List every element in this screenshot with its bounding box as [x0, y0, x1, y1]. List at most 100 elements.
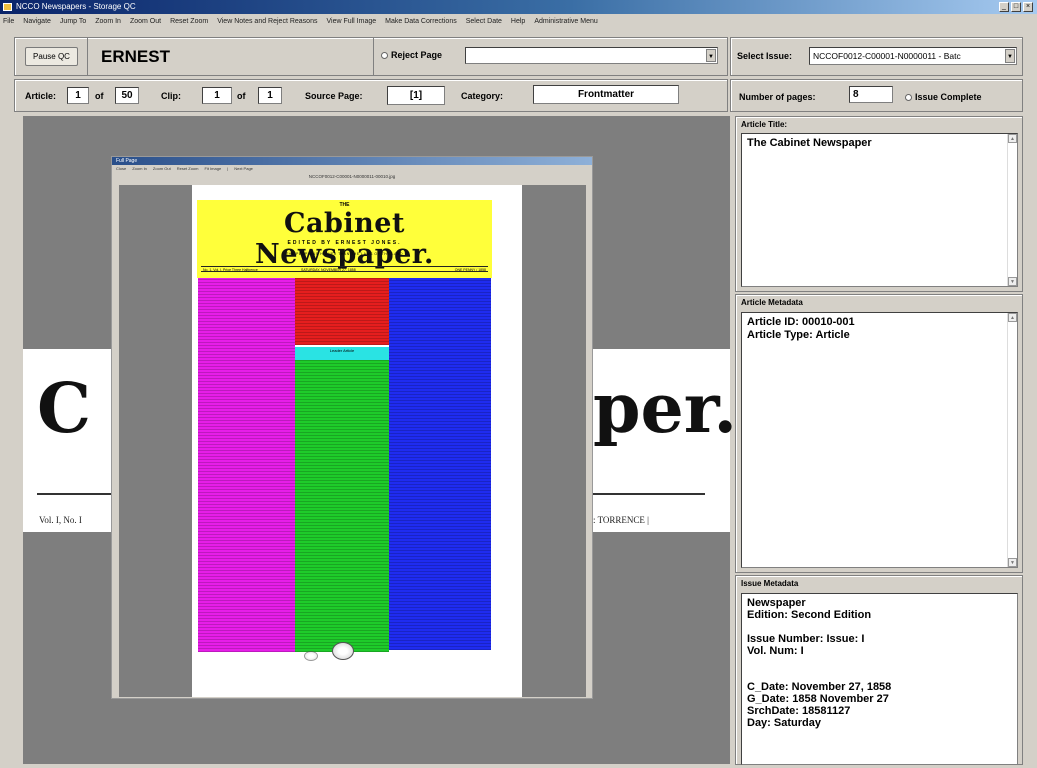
- fp-menu-close[interactable]: Close: [116, 165, 126, 173]
- zoomed-masthead-left: C Vol. I, No. I: [23, 349, 113, 532]
- chevron-down-icon[interactable]: ▼: [706, 49, 716, 62]
- close-button[interactable]: ×: [1023, 2, 1033, 12]
- left-column-zone[interactable]: [198, 278, 295, 652]
- select-issue-dropdown[interactable]: NCCOF0012-C00001-N0000011 - Batc ▼: [809, 47, 1017, 65]
- source-page-label: Source Page:: [305, 91, 363, 101]
- chevron-down-icon[interactable]: ▼: [1005, 49, 1015, 63]
- masthead-title: Cabinet Newspaper.: [255, 208, 434, 270]
- issue-metadata-panel: Issue Metadata Newspaper Edition: Second…: [735, 575, 1023, 765]
- metadata-line: SrchDate: 18581127: [747, 705, 851, 717]
- full-page-filename: NCCOF0012-C00001-N0000011-00010.jpg: [308, 174, 396, 179]
- zoomed-masthead-right: per. : TORRENCE |: [593, 349, 737, 532]
- radio-icon: [905, 94, 912, 102]
- full-page-window[interactable]: Full Page Close Zoom In Zoom Out Reset Z…: [111, 156, 593, 699]
- navigation-panel: Article: 1 of 50 Clip: 1 of 1 Source Pag…: [14, 79, 728, 112]
- menu-select-date[interactable]: Select Date: [466, 15, 502, 29]
- metadata-line: Vol. Num: I: [747, 645, 804, 657]
- article-metadata-heading: Article Metadata: [741, 298, 803, 307]
- select-issue-value: NCCOF0012-C00001-N0000011 - Batc: [813, 51, 961, 61]
- full-page-menu: Close Zoom In Zoom Out Reset Zoom Fit Im…: [112, 165, 592, 173]
- menu-data-corrections[interactable]: Make Data Corrections: [385, 15, 457, 29]
- menu-navigate[interactable]: Navigate: [23, 15, 51, 29]
- of-label: of: [95, 91, 104, 101]
- maximize-button[interactable]: □: [1011, 2, 1021, 12]
- radio-icon: [381, 52, 388, 60]
- article-title-text: The Cabinet Newspaper: [747, 137, 872, 149]
- masthead-bar-mid: SATURDAY, NOVEMBER 27, 1858: [301, 267, 356, 272]
- zoomed-masthead-left-text: C: [37, 369, 92, 449]
- center-column-zone[interactable]: [295, 360, 389, 652]
- issue-metadata-textbox[interactable]: Newspaper Edition: Second Edition Issue …: [741, 593, 1018, 765]
- issue-panel: Select Issue: NCCOF0012-C00001-N0000011 …: [730, 37, 1023, 76]
- metadata-line: Issue Number: Issue: I: [747, 633, 865, 645]
- scroll-up-icon[interactable]: ▲: [1008, 134, 1017, 143]
- menu-zoom-out[interactable]: Zoom Out: [130, 15, 161, 29]
- fp-menu-next-page[interactable]: Next Page: [234, 165, 253, 173]
- scroll-down-icon[interactable]: ▼: [1008, 277, 1017, 286]
- source-page-field[interactable]: [1]: [387, 86, 445, 105]
- minimize-button[interactable]: _: [999, 2, 1009, 12]
- fp-menu-zoom-out[interactable]: Zoom Out: [153, 165, 171, 173]
- menu-help[interactable]: Help: [511, 15, 525, 29]
- metadata-line: C_Date: November 27, 1858: [747, 681, 892, 693]
- vertical-scrollbar[interactable]: ▲ ▼: [1007, 313, 1017, 567]
- clip-number-field[interactable]: 1: [202, 87, 232, 104]
- fp-menu-zoom-in[interactable]: Zoom In: [132, 165, 147, 173]
- metadata-line: Article Type: Article: [747, 328, 850, 341]
- menu-admin[interactable]: Administrative Menu: [534, 15, 597, 29]
- fp-menu-reset-zoom[interactable]: Reset Zoom: [177, 165, 199, 173]
- masthead-date-bar: No. 1, Vol. I. Price Three Halfpence SAT…: [201, 266, 488, 272]
- full-page-canvas[interactable]: THE Cabinet Newspaper. EDITED BY ERNEST …: [119, 185, 586, 697]
- clip-total-field: 1: [258, 87, 282, 104]
- article-title-textbox[interactable]: The Cabinet Newspaper ▲ ▼: [741, 133, 1018, 287]
- menu-view-notes[interactable]: View Notes and Reject Reasons: [217, 15, 317, 29]
- page-viewer[interactable]: C Vol. I, No. I per. : TORRENCE | Full P…: [23, 116, 737, 764]
- article-title-heading: Article Title:: [741, 120, 788, 129]
- masthead-zone[interactable]: THE Cabinet Newspaper. EDITED BY ERNEST …: [197, 200, 492, 278]
- menu-reset-zoom[interactable]: Reset Zoom: [170, 15, 208, 29]
- issue-metadata-heading: Issue Metadata: [741, 579, 799, 588]
- toolbar-panel: Pause QC ERNEST Reject Page ▼: [14, 37, 728, 76]
- zoomed-volume-text: Vol. I, No. I: [39, 515, 82, 525]
- menu-view-full-image[interactable]: View Full Image: [326, 15, 376, 29]
- fp-menu-fit-image[interactable]: Fit Image: [205, 165, 222, 173]
- metadata-line: Edition: Second Edition: [747, 609, 872, 621]
- newspaper-page: THE Cabinet Newspaper. EDITED BY ERNEST …: [192, 185, 522, 697]
- article-metadata-textbox[interactable]: Article ID: 00010-001 Article Type: Arti…: [741, 312, 1018, 568]
- zoomed-masthead-right-text: per.: [593, 369, 738, 449]
- category-field: Frontmatter: [533, 85, 679, 104]
- metadata-line: Newspaper: [747, 597, 806, 609]
- heading-zone-label: Leader Article: [329, 348, 355, 353]
- masthead-bar-right: ONE PENNY / 1858: [454, 267, 486, 272]
- right-column-zone[interactable]: [389, 278, 491, 650]
- issue-complete-radio[interactable]: Issue Complete: [905, 92, 982, 102]
- menu-jump-to[interactable]: Jump To: [60, 15, 86, 29]
- article-number-field[interactable]: 1: [67, 87, 89, 104]
- reject-reason-dropdown[interactable]: ▼: [465, 47, 718, 64]
- zoomed-bar-text: : TORRENCE |: [593, 515, 649, 525]
- full-page-titlebar: Full Page: [112, 157, 592, 165]
- menu-file[interactable]: File: [3, 15, 14, 29]
- pages-panel: Number of pages: 8 Issue Complete: [730, 79, 1023, 112]
- metadata-line: Day: Saturday: [747, 717, 821, 729]
- vertical-scrollbar[interactable]: ▲ ▼: [1007, 134, 1017, 286]
- number-of-pages-label: Number of pages:: [739, 92, 816, 102]
- heading-zone[interactable]: Leader Article: [295, 347, 389, 360]
- menu-bar: File Navigate Jump To Zoom In Zoom Out R…: [0, 15, 1037, 29]
- reject-page-radio[interactable]: Reject Page: [381, 50, 442, 60]
- scroll-down-icon[interactable]: ▼: [1008, 558, 1017, 567]
- fp-menu-separator: |: [227, 166, 229, 171]
- article-title-panel: Article Title: The Cabinet Newspaper ▲ ▼: [735, 116, 1023, 292]
- menu-zoom-in[interactable]: Zoom In: [95, 15, 121, 29]
- clip-label: Clip:: [161, 91, 181, 101]
- metadata-line: Article ID: 00010-001: [747, 316, 855, 328]
- scroll-up-icon[interactable]: ▲: [1008, 313, 1017, 322]
- top-center-zone[interactable]: [295, 278, 389, 345]
- metadata-line: [747, 657, 1012, 669]
- issue-complete-label: Issue Complete: [915, 92, 982, 102]
- reject-page-label: Reject Page: [391, 50, 443, 60]
- number-of-pages-field[interactable]: 8: [849, 86, 893, 103]
- user-name: ERNEST: [101, 47, 170, 66]
- seal-image: [304, 651, 318, 661]
- pause-qc-button[interactable]: Pause QC: [25, 47, 78, 66]
